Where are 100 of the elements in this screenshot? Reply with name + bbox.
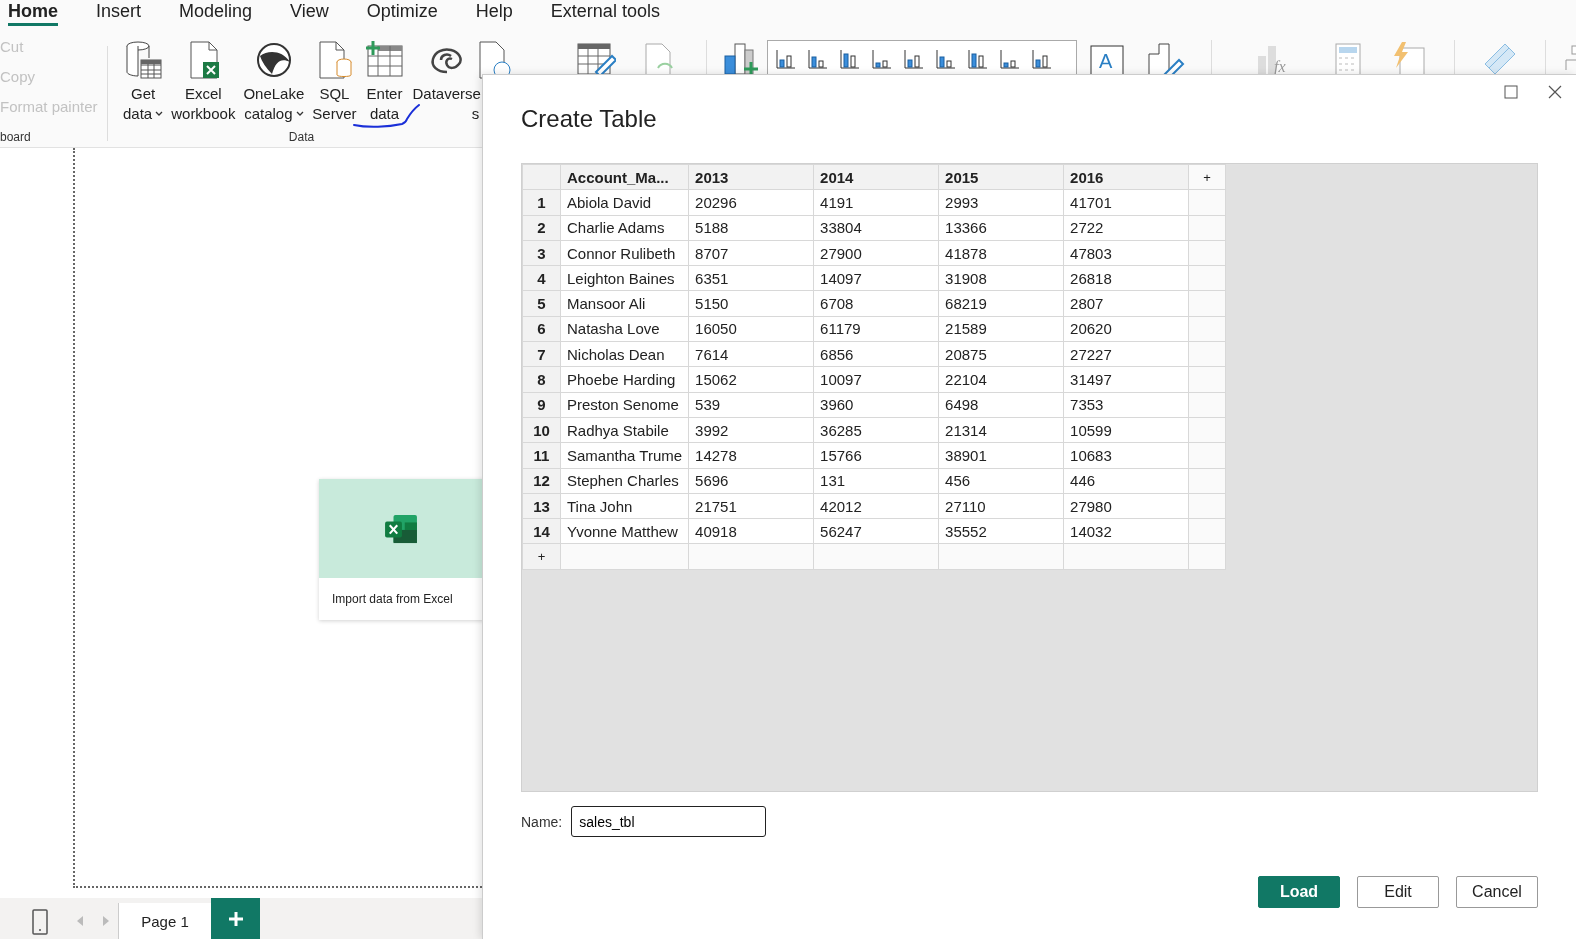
table-cell[interactable]: 16050	[688, 316, 814, 342]
table-cell[interactable]: Yvonne Matthew	[560, 518, 689, 544]
table-cell[interactable]: Stephen Charles	[560, 468, 689, 494]
page-tab[interactable]: Page 1	[118, 903, 211, 939]
table-cell[interactable]: 446	[1063, 468, 1189, 494]
table-cell[interactable]: 26818	[1063, 265, 1189, 291]
table-cell[interactable]: 5188	[688, 215, 814, 241]
dialog-title: Create Table	[521, 104, 658, 134]
table-cell[interactable]: 14097	[813, 265, 939, 291]
table-cell[interactable]: 31908	[938, 265, 1064, 291]
table-cell[interactable]: 13366	[938, 215, 1064, 241]
dialog-button[interactable]: Load	[1258, 876, 1340, 908]
table-cell[interactable]: 31497	[1063, 366, 1189, 393]
table-cell[interactable]: 2993	[938, 189, 1064, 216]
table-cell[interactable]: 40918	[688, 518, 814, 544]
table-cell[interactable]: Leighton Baines	[560, 265, 689, 291]
table-cell[interactable]: Preston Senome	[560, 392, 689, 418]
table-cell[interactable]: 14278	[688, 442, 814, 469]
table-cell[interactable]: 3960	[813, 392, 939, 418]
table-cell[interactable]: 6498	[938, 392, 1064, 418]
table-cell[interactable]: 6351	[688, 265, 814, 291]
table-cell[interactable]: 42012	[813, 493, 939, 519]
table-cell[interactable]: 22104	[938, 366, 1064, 393]
table-cell[interactable]: 20875	[938, 341, 1064, 367]
table-cell[interactable]: 33804	[813, 215, 939, 241]
table-cell[interactable]: 27980	[1063, 493, 1189, 519]
table-cell[interactable]: Natasha Love	[560, 316, 689, 342]
table-cell[interactable]: 15766	[813, 442, 939, 469]
row-number: 12	[522, 468, 561, 494]
table-cell[interactable]: 20296	[688, 189, 814, 216]
ribbon-tab[interactable]: View	[290, 0, 329, 26]
table-cell[interactable]: Charlie Adams	[560, 215, 689, 241]
ribbon-button[interactable]: OneLake catalog	[242, 40, 306, 124]
table-cell[interactable]: 6856	[813, 341, 939, 367]
table-cell[interactable]: 36285	[813, 417, 939, 443]
table-cell[interactable]: 5696	[688, 468, 814, 494]
table-cell[interactable]: 61179	[813, 316, 939, 342]
table-cell[interactable]: 539	[688, 392, 814, 418]
table-cell[interactable]: 7353	[1063, 392, 1189, 418]
column-header[interactable]: 2015	[938, 164, 1064, 190]
ribbon-tab[interactable]: Help	[475, 0, 513, 26]
ribbon-button[interactable]: Excel workbook	[170, 40, 237, 124]
ribbon-tab[interactable]: External tools	[550, 0, 660, 26]
table-cell[interactable]: 27900	[813, 240, 939, 266]
dialog-button[interactable]: Cancel	[1456, 876, 1538, 908]
table-cell[interactable]: 47803	[1063, 240, 1189, 266]
table-cell[interactable]: 5150	[688, 291, 814, 317]
table-cell[interactable]: 6708	[813, 291, 939, 317]
add-row-button[interactable]: +	[522, 543, 561, 570]
table-cell[interactable]: 20620	[1063, 316, 1189, 342]
table-cell[interactable]: Abiola David	[560, 189, 689, 216]
ribbon-tab[interactable]: Insert	[96, 0, 142, 26]
table-cell[interactable]: Radhya Stabile	[560, 417, 689, 443]
row-number: 1	[522, 189, 561, 216]
table-cell[interactable]: 8707	[688, 240, 814, 266]
column-header[interactable]: 2016	[1063, 164, 1189, 190]
table-cell[interactable]: Samantha Trume	[560, 442, 689, 469]
table-cell[interactable]: 10683	[1063, 442, 1189, 469]
table-cell[interactable]: 4191	[813, 189, 939, 216]
table-cell[interactable]: 21314	[938, 417, 1064, 443]
table-cell[interactable]: 10599	[1063, 417, 1189, 443]
table-cell[interactable]: 27110	[938, 493, 1064, 519]
ribbon-tab[interactable]: Optimize	[366, 0, 438, 26]
name-field[interactable]: sales_tbl	[571, 806, 767, 837]
table-cell[interactable]: 21589	[938, 316, 1064, 342]
dialog-button[interactable]: Edit	[1357, 876, 1439, 908]
table-cell[interactable]: 3992	[688, 417, 814, 443]
ribbon-button-label[interactable]: s	[471, 104, 480, 124]
table-cell[interactable]: 14032	[1063, 518, 1189, 544]
table-cell[interactable]: 56247	[813, 518, 939, 544]
table-cell[interactable]: 27227	[1063, 341, 1189, 367]
group-label: Data	[288, 130, 315, 145]
table-cell[interactable]: 2722	[1063, 215, 1189, 241]
ribbon-tab[interactable]: Modeling	[179, 0, 253, 26]
table-cell[interactable]: 10097	[813, 366, 939, 393]
table-cell[interactable]: 68219	[938, 291, 1064, 317]
table-cell[interactable]: Tina John	[560, 493, 689, 519]
table-cell[interactable]: 456	[938, 468, 1064, 494]
table-cell[interactable]: 41701	[1063, 189, 1189, 216]
table-cell[interactable]: 35552	[938, 518, 1064, 544]
ribbon-button[interactable]: SQL Server	[311, 40, 358, 124]
table-cell[interactable]: 41878	[938, 240, 1064, 266]
table-cell[interactable]: 131	[813, 468, 939, 494]
table-cell[interactable]: 21751	[688, 493, 814, 519]
table-cell[interactable]: Phoebe Harding	[560, 366, 689, 393]
ribbon-button[interactable]: Enter data	[363, 40, 406, 124]
add-column-button[interactable]: +	[1188, 164, 1226, 190]
table-cell[interactable]: 7614	[688, 341, 814, 367]
column-header[interactable]: 2014	[813, 164, 939, 190]
column-header[interactable]: 2013	[688, 164, 814, 190]
table-cell[interactable]: 38901	[938, 442, 1064, 469]
table-cell[interactable]: Mansoor Ali	[560, 291, 689, 317]
table-cell[interactable]: 15062	[688, 366, 814, 393]
column-header[interactable]: Account_Ma...	[560, 164, 689, 190]
ribbon-button[interactable]: Get data	[122, 40, 165, 124]
table-cell[interactable]: Connor Rulibeth	[560, 240, 689, 266]
row-number: 8	[522, 366, 561, 393]
table-cell[interactable]: 2807	[1063, 291, 1189, 317]
table-cell[interactable]: Nicholas Dean	[560, 341, 689, 367]
text-box-glyph: A	[1099, 50, 1113, 72]
